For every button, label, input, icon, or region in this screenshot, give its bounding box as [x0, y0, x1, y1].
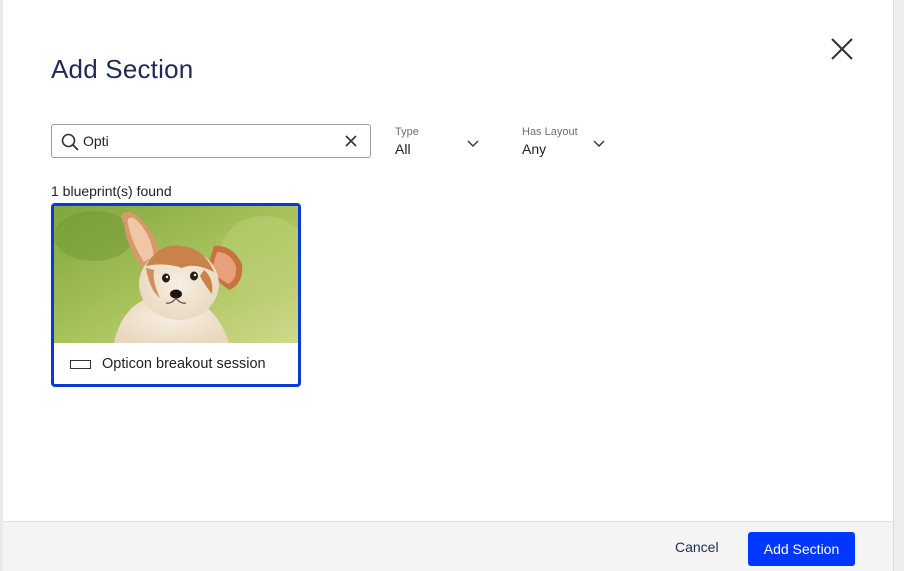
dialog-footer: Cancel Add Section — [3, 521, 893, 571]
clear-icon[interactable] — [344, 134, 358, 148]
type-filter-label: Type — [395, 126, 419, 138]
cancel-button[interactable]: Cancel — [675, 539, 719, 555]
search-icon — [61, 133, 79, 151]
blueprint-card[interactable]: Opticon breakout session — [51, 203, 301, 387]
background-strip — [893, 0, 904, 571]
has-layout-filter[interactable]: Has Layout Any — [522, 126, 612, 157]
search-input[interactable] — [83, 126, 333, 156]
section-icon — [70, 360, 91, 369]
dialog-title: Add Section — [51, 54, 194, 84]
close-icon — [831, 38, 853, 60]
chevron-down-icon — [593, 140, 605, 147]
blueprint-thumbnail — [54, 206, 298, 343]
blueprint-card-label: Opticon breakout session — [102, 356, 266, 372]
search-box — [51, 124, 371, 158]
blueprint-card-label-row: Opticon breakout session — [54, 343, 298, 384]
has-layout-filter-label: Has Layout — [522, 126, 578, 138]
type-filter[interactable]: Type All — [395, 126, 485, 157]
add-section-button[interactable]: Add Section — [748, 532, 855, 566]
results-count: 1 blueprint(s) found — [51, 183, 172, 199]
close-button[interactable] — [829, 36, 855, 62]
chevron-down-icon — [467, 140, 479, 147]
